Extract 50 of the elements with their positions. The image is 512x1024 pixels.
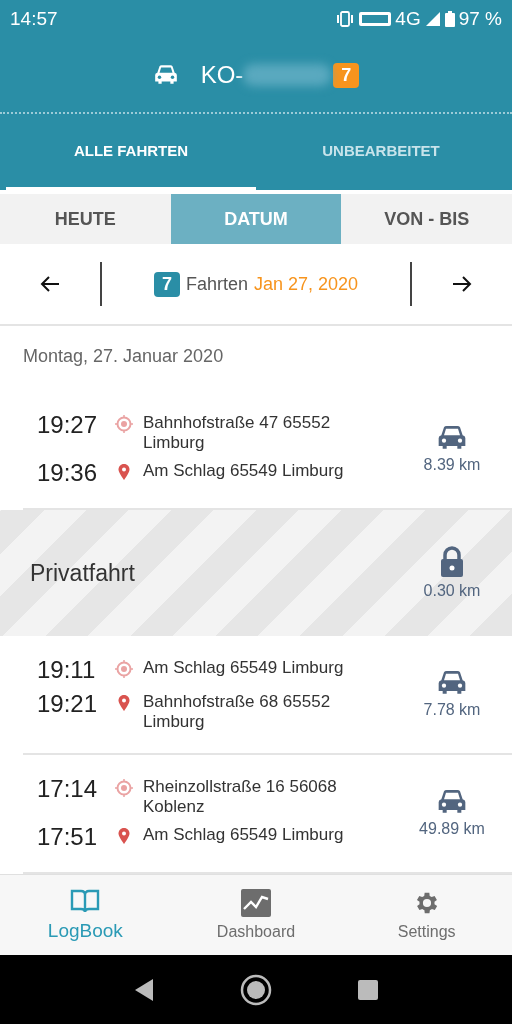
car-icon [436,424,468,452]
signal-icon [424,11,441,27]
network-label: 4G [395,8,421,30]
distance: 49.89 km [419,820,485,838]
private-trip-row[interactable]: Privatfahrt 0.30 km [0,510,512,636]
end-address: Bahnhofstraße 68 65552 Limburg [143,692,332,732]
count-badge: 7 [153,271,180,297]
status-time: 14:57 [10,8,58,30]
day-heading: Montag, 27. Januar 2020 [22,345,225,368]
end-time: 17:51 [37,823,99,851]
lock-icon [439,546,465,578]
nav-tab[interactable]: Dashboard [170,875,342,955]
start-address: Bahnhofstraße 47 65552 Limburg [143,413,332,453]
battery-icon [444,11,455,27]
trip-row[interactable]: 19:11 Am Schlag 65549 Limburg 19:21 Bahnhofstraße 68 65552 Limburg 7.78 km [23,636,512,755]
start-address: Am Schlag 65549 Limburg [143,658,345,678]
end-time: 19:36 [37,459,99,487]
car-icon [152,64,179,86]
end-address: Am Schlag 65549 Limburg [143,461,345,481]
distance: 7.78 km [423,701,481,719]
nav-tab[interactable]: Settings [341,875,512,955]
back-arrow-icon [39,275,61,293]
recents-icon[interactable] [357,978,380,1001]
target-icon [115,415,133,433]
volte-icon [359,11,392,27]
target-icon [115,779,133,797]
start-time: 19:11 [37,656,97,684]
distance: 0.30 km [423,582,481,600]
car-icon [436,788,468,816]
chart-icon [241,889,271,917]
start-time: 19:27 [37,411,99,439]
car-icon [436,669,468,697]
home-icon[interactable] [240,973,272,1006]
vehicle-plate: KO- [200,61,244,89]
tab[interactable]: ALLE FAHRTEN [6,114,256,190]
end-address: Am Schlag 65549 Limburg [143,825,345,845]
end-time: 19:21 [37,690,99,718]
nav-tab[interactable]: LogBook [0,875,171,955]
start-address: Rheinzollstraße 16 56068 Koblenz [143,777,338,817]
tab[interactable]: UNBEARBEITET [256,114,506,190]
forward-arrow-icon [451,275,473,293]
vibrate-icon [335,11,356,27]
battery-level: 97 % [458,8,502,30]
start-time: 17:14 [37,775,99,803]
count-badge: 7 [333,62,360,88]
private-trip-label: Privatfahrt [29,559,136,587]
target-icon [115,660,133,678]
distance: 8.39 km [423,456,481,474]
trips-label: Fahrten [185,273,248,295]
book-icon [70,888,101,914]
